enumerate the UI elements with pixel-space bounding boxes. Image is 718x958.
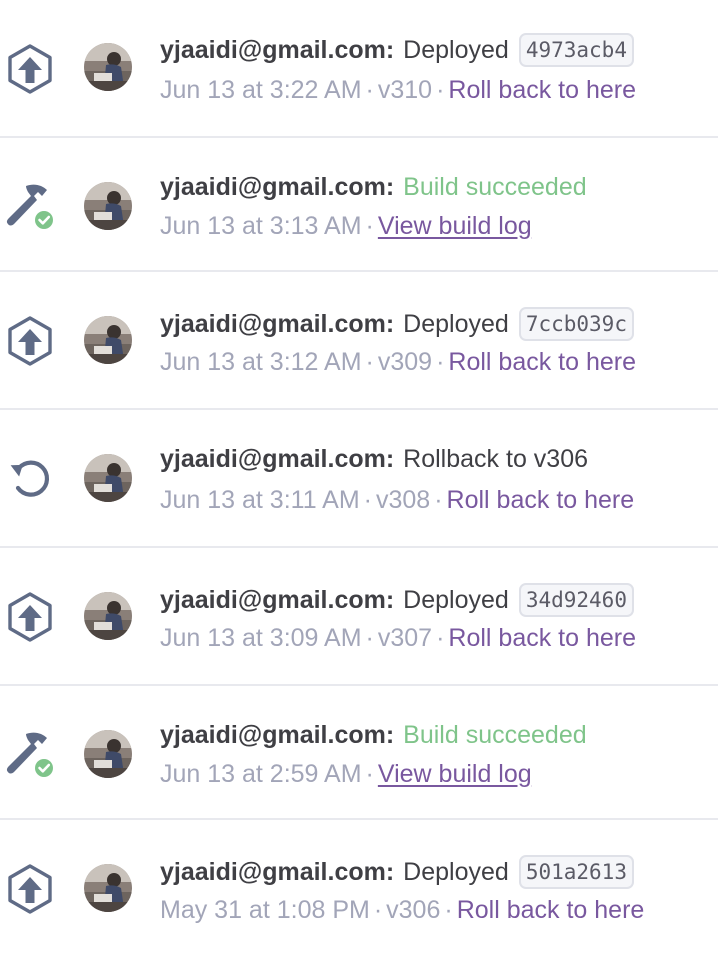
activity-summary: yjaaidi@gmail.com: Build succeeded [160, 173, 587, 202]
user-email: yjaaidi@gmail.com: [160, 35, 395, 64]
activity-row: yjaaidi@gmail.com: Build succeeded Jun 13 … [0, 136, 718, 272]
activity-meta: Jun 13 at 3:11 AM · v308 · Roll back to here [160, 486, 634, 515]
user-email: yjaaidi@gmail.com: [160, 173, 395, 201]
avatar [84, 730, 132, 778]
activity-meta: May 31 at 1:08 PM · v306 · Roll back to here [160, 896, 644, 925]
avatar [84, 43, 132, 91]
avatar [84, 864, 132, 912]
view-build-log-link[interactable]: View build log [378, 212, 532, 240]
release-version: v309 [377, 348, 433, 376]
timestamp: Jun 13 at 3:12 AM [160, 348, 362, 376]
avatar [84, 316, 132, 364]
activity-meta: Jun 13 at 3:13 AM · View build log [160, 212, 532, 241]
separator: · [373, 896, 383, 924]
activity-row: yjaaidi@gmail.com: Build succeeded Jun 13 … [0, 684, 718, 820]
deploy-arrow-icon [4, 862, 56, 914]
separator: · [436, 76, 445, 104]
activity-summary: yjaaidi@gmail.com: Deployed 34d92460 [160, 583, 634, 617]
user-email: yjaaidi@gmail.com: [160, 309, 395, 338]
activity-row: yjaaidi@gmail.com: Deployed 7ccb039c Jun 13… [0, 270, 718, 410]
avatar [84, 182, 132, 230]
deploy-arrow-icon [4, 42, 56, 94]
separator: · [434, 486, 443, 514]
roll-back-link[interactable]: Roll back to here [448, 348, 636, 376]
activity-summary: yjaaidi@gmail.com: Deployed 501a2613 [160, 855, 634, 889]
commit-hash: 7ccb039c [518, 307, 634, 341]
separator: · [365, 624, 374, 652]
separator: · [365, 760, 374, 788]
activity-meta: Jun 13 at 3:12 AM · v309 · Roll back to here [160, 348, 636, 377]
activity-action: Deployed [403, 35, 509, 64]
separator: · [436, 348, 445, 376]
rollback-circular-arrow-icon [4, 452, 56, 504]
deploy-arrow-icon [4, 590, 56, 642]
activity-summary: yjaaidi@gmail.com: Build succeeded [160, 721, 587, 750]
separator: · [365, 348, 374, 376]
timestamp: Jun 13 at 3:13 AM [160, 212, 362, 240]
timestamp: Jun 13 at 2:59 AM [160, 760, 362, 788]
activity-meta: Jun 13 at 3:22 AM · v310 · Roll back to here [160, 76, 636, 105]
view-build-log-link[interactable]: View build log [378, 760, 532, 788]
activity-row: yjaaidi@gmail.com: Deployed 4973acb4 Jun 13… [0, 0, 718, 136]
activity-summary: yjaaidi@gmail.com: Rollback to v306 [160, 445, 588, 474]
roll-back-link[interactable]: Roll back to here [448, 76, 636, 104]
user-email: yjaaidi@gmail.com: [160, 445, 395, 473]
build-status: Build succeeded [403, 173, 587, 201]
separator: · [365, 76, 374, 104]
activity-meta: Jun 13 at 2:59 AM · View build log [160, 760, 532, 789]
activity-row: yjaaidi@gmail.com: Deployed 34d92460 Jun 13… [0, 546, 718, 686]
build-status: Build succeeded [403, 721, 587, 749]
activity-action: Deployed [403, 309, 509, 338]
separator: · [365, 212, 374, 240]
avatar [84, 592, 132, 640]
separator: · [444, 896, 453, 924]
activity-meta: Jun 13 at 3:09 AM · v307 · Roll back to here [160, 624, 636, 653]
release-version: v307 [377, 624, 433, 652]
release-version: v306 [386, 896, 441, 924]
separator: · [363, 486, 372, 514]
activity-row: yjaaidi@gmail.com: Deployed 501a2613 May 31… [0, 818, 718, 958]
commit-hash: 4973acb4 [518, 33, 634, 67]
timestamp: Jun 13 at 3:22 AM [160, 76, 362, 104]
activity-action: Rollback to v306 [403, 445, 588, 473]
timestamp: May 31 at 1:08 PM [160, 896, 370, 924]
timestamp: Jun 13 at 3:09 AM [160, 624, 362, 652]
timestamp: Jun 13 at 3:11 AM [160, 486, 360, 514]
build-hammer-check-icon [4, 728, 56, 780]
activity-row: yjaaidi@gmail.com: Rollback to v306 Jun 13… [0, 408, 718, 548]
commit-hash: 501a2613 [518, 855, 634, 889]
roll-back-link[interactable]: Roll back to here [448, 624, 636, 652]
user-email: yjaaidi@gmail.com: [160, 585, 395, 614]
build-hammer-check-icon [4, 180, 56, 232]
release-version: v308 [376, 486, 431, 514]
commit-hash: 34d92460 [518, 583, 634, 617]
user-email: yjaaidi@gmail.com: [160, 721, 395, 749]
separator: · [436, 624, 445, 652]
avatar [84, 454, 132, 502]
roll-back-link[interactable]: Roll back to here [447, 486, 635, 514]
activity-summary: yjaaidi@gmail.com: Deployed 7ccb039c [160, 307, 634, 341]
activity-summary: yjaaidi@gmail.com: Deployed 4973acb4 [160, 33, 634, 67]
activity-action: Deployed [403, 585, 509, 614]
release-version: v310 [377, 76, 433, 104]
user-email: yjaaidi@gmail.com: [160, 857, 395, 886]
deploy-arrow-icon [4, 314, 56, 366]
activity-action: Deployed [403, 857, 509, 886]
roll-back-link[interactable]: Roll back to here [457, 896, 645, 924]
